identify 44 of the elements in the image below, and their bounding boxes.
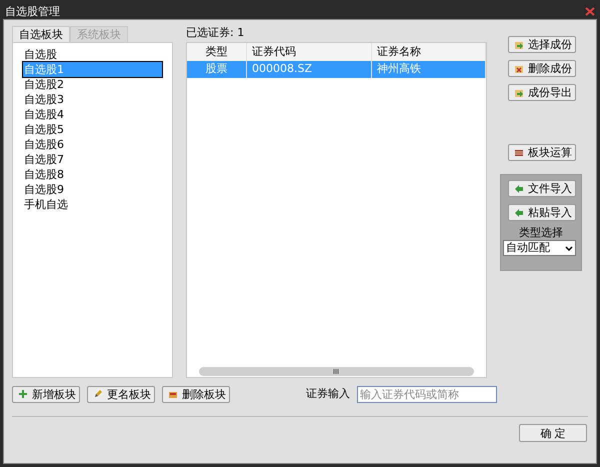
list-item[interactable]: 自选股5: [23, 122, 162, 137]
table-cell-text: 股票: [206, 61, 228, 78]
window-title: 自选股管理: [5, 6, 60, 16]
block-calc-button[interactable]: 板块运算: [508, 144, 576, 161]
tab[interactable]: 自选板块: [12, 26, 70, 42]
list-item[interactable]: 自选股2: [23, 77, 162, 92]
action-button[interactable]: 删除成份: [508, 60, 576, 77]
bars-icon: [514, 148, 524, 158]
list-item[interactable]: 自选股6: [23, 137, 162, 152]
ok-button[interactable]: 确 定: [519, 424, 587, 442]
import-button[interactable]: 粘贴导入: [508, 204, 576, 221]
import-button[interactable]: 文件导入: [508, 180, 576, 197]
folder-icon: [168, 389, 178, 399]
type-label: 类型选择: [518, 226, 564, 239]
security-input-label: 证券输入: [306, 386, 351, 402]
horizontal-scrollbar[interactable]: [199, 367, 474, 376]
list-item[interactable]: 手机自选: [23, 197, 162, 212]
folder-arrow-icon: [514, 88, 524, 98]
arrow-icon: [514, 208, 524, 218]
action-button[interactable]: 选择成份: [508, 36, 576, 53]
list-item[interactable]: 自选股: [23, 47, 162, 62]
type-select[interactable]: 自动匹配: [503, 240, 576, 256]
block-button[interactable]: 更名板块: [87, 386, 155, 402]
list-item[interactable]: 自选股8: [23, 167, 162, 182]
plus-icon: [18, 389, 28, 399]
security-input-field[interactable]: 输入证券代码或简称: [357, 386, 497, 402]
folder-arrow-icon: [514, 40, 524, 50]
list-item[interactable]: 自选股9: [23, 182, 162, 197]
selected-count: 已选证券: 1: [186, 26, 246, 41]
list-item[interactable]: 自选股7: [23, 152, 162, 167]
action-button[interactable]: 成份导出: [508, 84, 576, 101]
chevron-down-icon: [565, 246, 573, 250]
type-select-value: 自动匹配: [506, 240, 550, 256]
pencil-icon: [93, 389, 103, 399]
grip-icon: [333, 369, 340, 374]
list-item[interactable]: 自选股4: [23, 107, 162, 122]
table-cell-text: 000008.SZ: [252, 61, 312, 78]
table-cell-text: 神州高铁: [377, 61, 421, 78]
arrow-icon: [514, 184, 524, 194]
list-item[interactable]: 自选股3: [23, 92, 162, 107]
folder-icon: [514, 64, 524, 74]
close-icon[interactable]: [585, 6, 595, 16]
block-button[interactable]: 新增板块: [12, 386, 80, 402]
block-button[interactable]: 删除板块: [162, 386, 230, 402]
